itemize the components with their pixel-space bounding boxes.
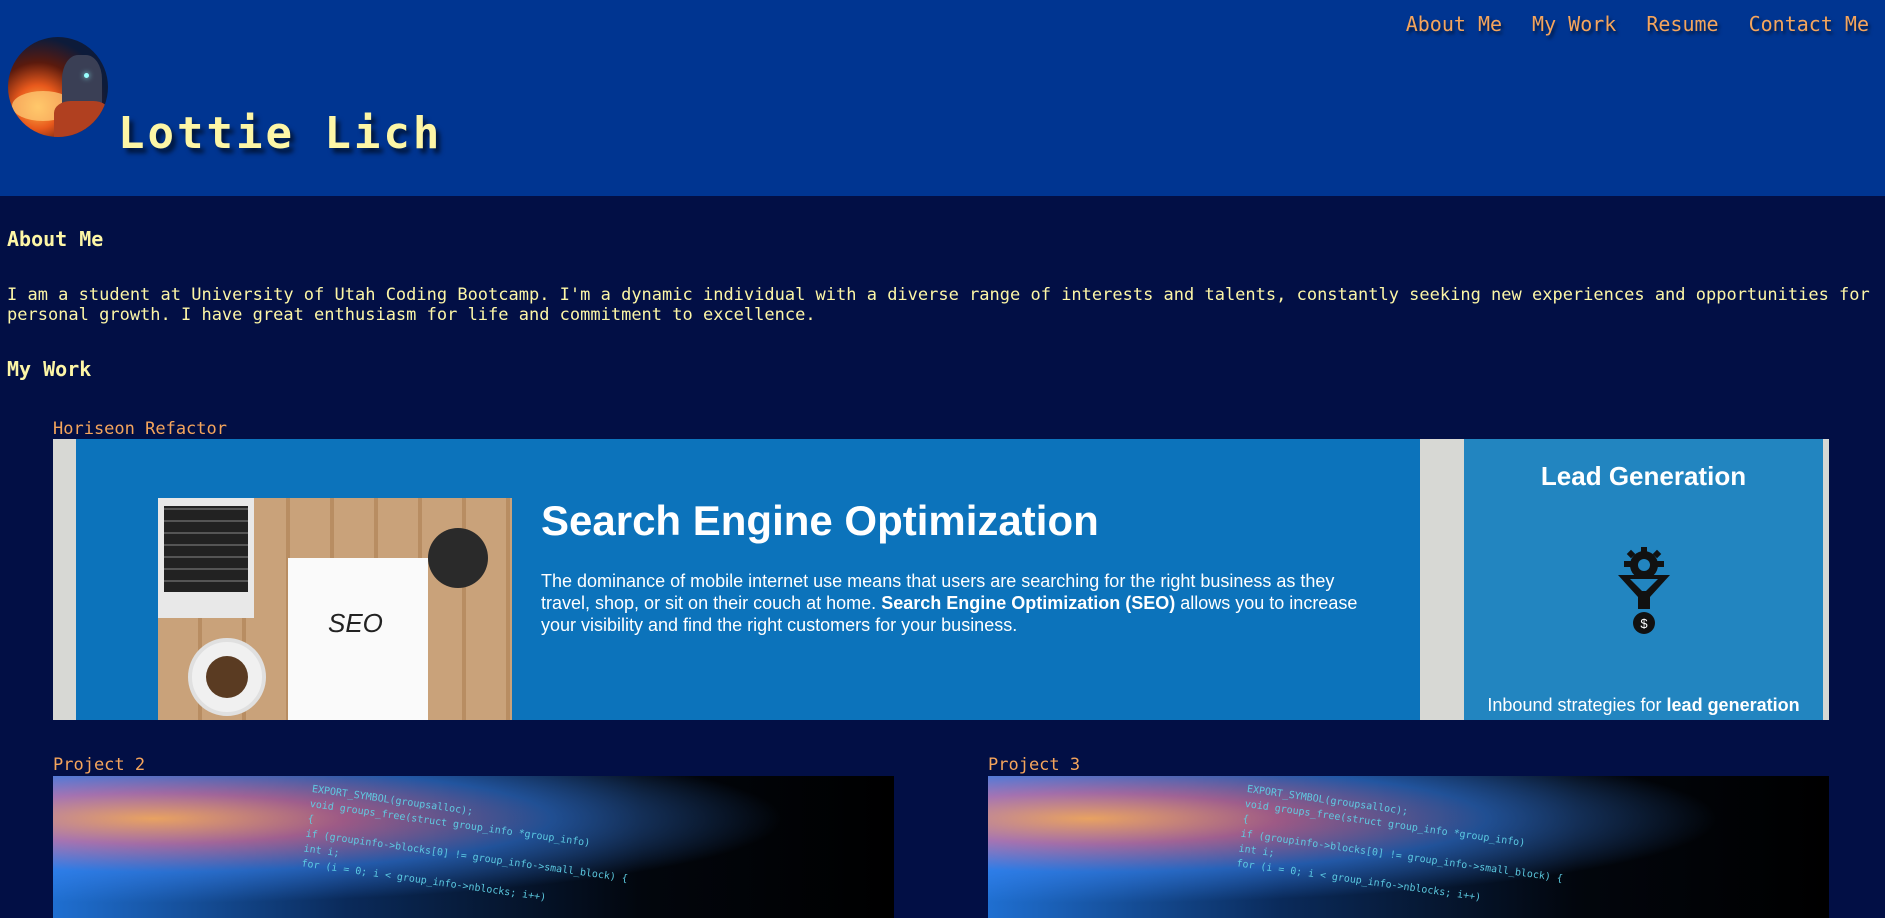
code-lines: EXPORT_SYMBOL(groupsalloc); void groups_…	[1235, 782, 1802, 918]
funnel-gear-icon: $	[1618, 547, 1670, 634]
project-3-title[interactable]: Project 3	[988, 755, 1080, 775]
featured-project-card[interactable]: SEO Search Engine Optimization The domin…	[53, 439, 1829, 720]
about-heading: About Me	[7, 227, 104, 251]
site-name: Lottie Lich	[118, 108, 443, 159]
nav-about-me[interactable]: About Me	[1406, 12, 1502, 36]
nav-my-work[interactable]: My Work	[1532, 12, 1616, 36]
laptop-image	[158, 498, 254, 618]
project-2-title[interactable]: Project 2	[53, 755, 145, 775]
seo-body: The dominance of mobile internet use mea…	[541, 570, 1371, 636]
project-3-card[interactable]: EXPORT_SYMBOL(groupsalloc); void groups_…	[988, 776, 1829, 918]
seo-section: SEO Search Engine Optimization The domin…	[76, 439, 1420, 720]
about-text: I am a student at University of Utah Cod…	[7, 285, 1870, 325]
pencil-cup-image	[428, 528, 488, 588]
dollar-sign: $	[1640, 616, 1648, 631]
lead-title: Lead Generation	[1540, 461, 1747, 491]
avatar-suit	[54, 101, 108, 137]
coffee	[206, 656, 248, 698]
work-heading: My Work	[7, 357, 92, 381]
lead-sub-intro: Inbound strategies for	[1487, 695, 1662, 715]
main-nav: About Me My Work Resume Contact Me	[1406, 12, 1869, 36]
lead-sub-bold: lead generation	[1666, 695, 1800, 715]
nav-contact-me[interactable]: Contact Me	[1749, 12, 1869, 36]
notebook-image	[288, 558, 428, 720]
seo-title: Search Engine Optimization	[541, 497, 1099, 544]
avatar-light	[84, 73, 89, 78]
coffee-cup-image	[188, 638, 266, 716]
code-lines: EXPORT_SYMBOL(groupsalloc); void groups_…	[300, 782, 867, 918]
site-header: About Me My Work Resume Contact Me Lotti…	[0, 0, 1885, 196]
keyboard-image	[164, 506, 248, 592]
nav-resume[interactable]: Resume	[1646, 12, 1718, 36]
seo-body-bold: Search Engine Optimization (SEO)	[881, 593, 1176, 613]
notebook-seo-word: SEO	[328, 608, 383, 638]
avatar	[8, 37, 108, 137]
lead-generation-card: Lead Generation $ Inbound strategies for	[1464, 439, 1823, 720]
featured-project-title[interactable]: Horiseon Refactor	[53, 419, 227, 439]
seo-photo: SEO	[158, 498, 512, 720]
project-2-card[interactable]: EXPORT_SYMBOL(groupsalloc); void groups_…	[53, 776, 894, 918]
lead-subtitle: Inbound strategies for lead generation	[1464, 695, 1823, 716]
